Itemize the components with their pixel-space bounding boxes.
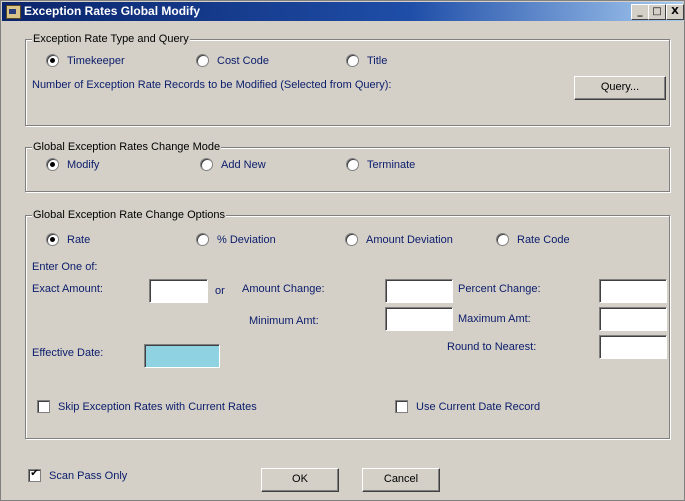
radio-amount-deviation-label: Amount Deviation <box>366 233 453 246</box>
radio-modify-dot[interactable] <box>46 158 59 171</box>
amount-change-field[interactable] <box>385 279 453 303</box>
app-icon <box>6 5 21 19</box>
window-title: Exception Rates Global Modify <box>24 4 201 18</box>
radio-amount-deviation[interactable]: Amount Deviation <box>345 233 453 246</box>
change-options-group: Global Exception Rate Change Options Rat… <box>25 208 670 439</box>
radio-rate-dot[interactable] <box>46 233 59 246</box>
use-current-date-checkbox[interactable]: Use Current Date Record <box>395 400 540 413</box>
records-count-label: Number of Exception Rate Records to be M… <box>32 79 392 91</box>
effective-date-label: Effective Date: <box>32 347 104 359</box>
radio-add-new[interactable]: Add New <box>200 158 266 171</box>
radio-title-dot[interactable] <box>346 54 359 67</box>
checkmark-icon: ✔ <box>30 468 39 479</box>
amount-change-label: Amount Change: <box>242 283 325 295</box>
maximize-button[interactable]: □ <box>648 4 666 20</box>
radio-timekeeper-dot[interactable] <box>46 54 59 67</box>
radio-title-label: Title <box>367 54 388 67</box>
title-bar[interactable]: Exception Rates Global Modify _ □ X <box>2 2 684 21</box>
radio-percent-deviation-dot[interactable] <box>196 233 209 246</box>
radio-rate[interactable]: Rate <box>46 233 90 246</box>
type-query-legend: Exception Rate Type and Query <box>32 32 190 46</box>
percent-change-label: Percent Change: <box>458 283 541 295</box>
maximum-amt-field[interactable] <box>599 307 667 331</box>
exact-amount-field[interactable] <box>149 279 208 303</box>
radio-modify[interactable]: Modify <box>46 158 99 171</box>
radio-percent-deviation[interactable]: % Deviation <box>196 233 276 246</box>
round-to-nearest-field[interactable] <box>599 335 667 359</box>
skip-current-rates-checkbox[interactable]: Skip Exception Rates with Current Rates <box>37 400 257 413</box>
radio-terminate[interactable]: Terminate <box>346 158 415 171</box>
radio-modify-label: Modify <box>67 158 100 171</box>
radio-percent-deviation-label: % Deviation <box>217 233 276 246</box>
radio-add-new-dot[interactable] <box>200 158 213 171</box>
change-options-legend: Global Exception Rate Change Options <box>32 208 227 222</box>
ok-button[interactable]: OK <box>261 468 339 492</box>
radio-rate-code-label: Rate Code <box>517 233 570 246</box>
enter-one-of-label: Enter One of: <box>32 261 98 273</box>
radio-cost-code[interactable]: Cost Code <box>196 54 269 67</box>
maximum-amt-label: Maximum Amt: <box>458 313 531 325</box>
change-mode-legend: Global Exception Rates Change Mode <box>32 140 222 154</box>
minimize-button[interactable]: _ <box>631 4 649 20</box>
minimum-amt-field[interactable] <box>385 307 453 331</box>
close-button[interactable]: X <box>666 4 684 20</box>
skip-current-rates-label: Skip Exception Rates with Current Rates <box>58 400 257 413</box>
radio-rate-code-dot[interactable] <box>496 233 509 246</box>
query-button[interactable]: Query... <box>574 76 666 100</box>
exact-amount-label: Exact Amount: <box>32 283 103 295</box>
percent-change-field[interactable] <box>599 279 667 303</box>
scan-pass-only-label: Scan Pass Only <box>49 469 128 482</box>
radio-terminate-label: Terminate <box>367 158 416 171</box>
radio-cost-code-dot[interactable] <box>196 54 209 67</box>
radio-cost-code-label: Cost Code <box>217 54 269 67</box>
radio-timekeeper-label: Timekeeper <box>67 54 125 67</box>
use-current-date-label: Use Current Date Record <box>416 400 541 413</box>
radio-timekeeper[interactable]: Timekeeper <box>46 54 125 67</box>
effective-date-field[interactable] <box>144 344 220 368</box>
round-to-nearest-label: Round to Nearest: <box>447 341 537 353</box>
type-query-group: Exception Rate Type and Query Timekeeper… <box>25 32 670 126</box>
minimum-amt-label: Minimum Amt: <box>249 315 319 327</box>
radio-amount-deviation-dot[interactable] <box>345 233 358 246</box>
radio-add-new-label: Add New <box>221 158 266 171</box>
radio-rate-code[interactable]: Rate Code <box>496 233 570 246</box>
skip-current-rates-box[interactable] <box>37 400 50 413</box>
radio-rate-label: Rate <box>67 233 91 246</box>
cancel-button[interactable]: Cancel <box>362 468 440 492</box>
or-label: or <box>215 285 225 297</box>
dialog-window: Exception Rates Global Modify _ □ X Exce… <box>0 0 685 501</box>
change-mode-group: Global Exception Rates Change Mode Modif… <box>25 140 670 192</box>
scan-pass-only-checkbox[interactable]: ✔ Scan Pass Only <box>28 468 128 482</box>
radio-title[interactable]: Title <box>346 54 387 67</box>
use-current-date-box[interactable] <box>395 400 408 413</box>
radio-terminate-dot[interactable] <box>346 158 359 171</box>
scan-pass-only-box[interactable]: ✔ <box>28 468 41 482</box>
